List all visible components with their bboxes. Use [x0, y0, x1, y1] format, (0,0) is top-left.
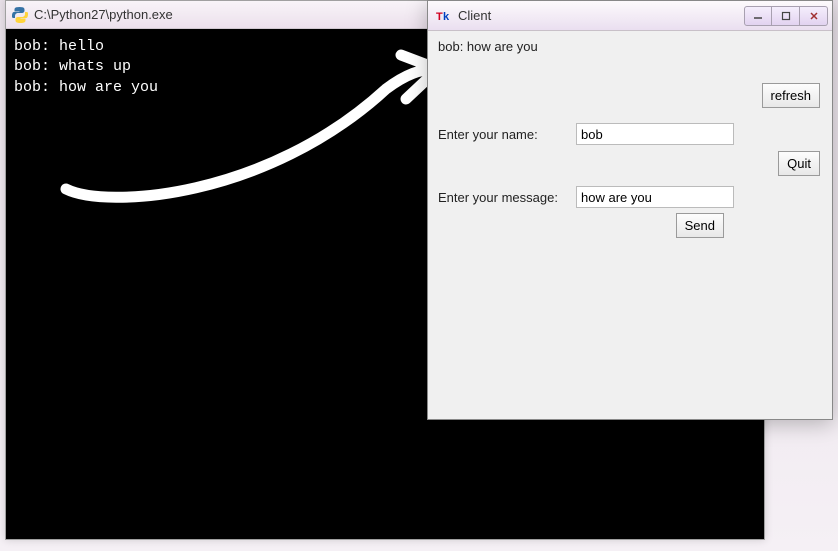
- python-icon: [12, 7, 28, 23]
- name-row: Enter your name:: [438, 123, 734, 145]
- message-display: bob: how are you: [438, 39, 822, 54]
- tk-icon: T k: [436, 8, 452, 24]
- refresh-button[interactable]: refresh: [762, 83, 820, 108]
- client-window: T k Client bob: how are you refresh Ente…: [427, 0, 833, 420]
- name-input[interactable]: [576, 123, 734, 145]
- send-button[interactable]: Send: [676, 213, 724, 238]
- close-button[interactable]: [800, 6, 828, 26]
- quit-button[interactable]: Quit: [778, 151, 820, 176]
- maximize-button[interactable]: [772, 6, 800, 26]
- window-controls: [744, 6, 828, 26]
- minimize-button[interactable]: [744, 6, 772, 26]
- svg-text:T: T: [436, 11, 443, 23]
- console-window-title: C:\Python27\python.exe: [34, 7, 173, 22]
- message-row: Enter your message:: [438, 186, 734, 208]
- message-input[interactable]: [576, 186, 734, 208]
- svg-text:k: k: [443, 11, 450, 23]
- client-body: bob: how are you refresh Enter your name…: [428, 31, 832, 419]
- name-label: Enter your name:: [438, 127, 566, 142]
- client-window-title: Client: [458, 8, 738, 23]
- client-titlebar[interactable]: T k Client: [428, 1, 832, 31]
- message-label: Enter your message:: [438, 190, 566, 205]
